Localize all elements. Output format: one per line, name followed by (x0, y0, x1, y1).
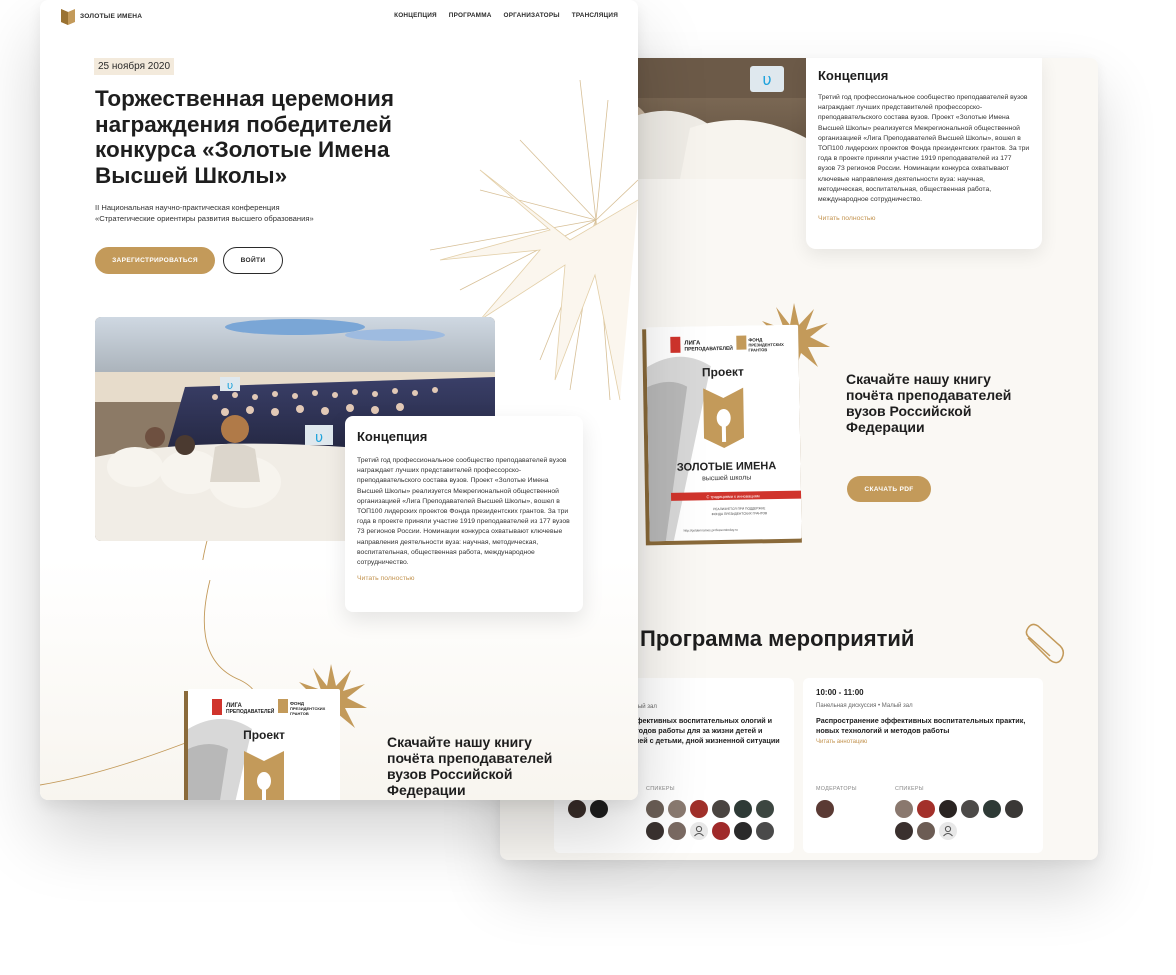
concept-text: Третий год профессиональное сообщество п… (357, 457, 570, 567)
avatar (756, 800, 774, 818)
avatar (646, 800, 664, 818)
avatar (690, 800, 708, 818)
avatar (961, 800, 979, 818)
session-meta: Панельная дискуссия • Малый зал (816, 703, 913, 709)
avatar (917, 800, 935, 818)
front-screen: ЗОЛОТЫЕ ИМЕНА КОНЦЕПЦИЯ ПРОГРАММА ОРГАНИ… (40, 0, 638, 800)
svg-text:С традициями к инновациям: С традициями к инновациям (706, 493, 759, 499)
nav-item-concept[interactable]: КОНЦЕПЦИЯ (394, 12, 437, 19)
concept-title: Концепция (357, 429, 428, 444)
svg-text:υ: υ (227, 379, 233, 392)
session-card-2: 10:00 - 11:00 Панельная дискуссия • Малы… (803, 678, 1043, 853)
moderators-label: МОДЕРАТОРЫ (816, 786, 857, 792)
avatar (712, 800, 730, 818)
event-date: 25 ноября 2020 (94, 58, 175, 75)
svg-text:высшей школы: высшей школы (702, 473, 751, 482)
avatar (668, 822, 686, 840)
hero-subtitle: II Национальная научно-практическая конф… (95, 202, 395, 224)
paperclip-icon (1025, 623, 1065, 664)
session-title: Распространение эффективных воспитательн… (816, 716, 1026, 735)
book-cover-graphic: ЛИГА ПРЕПОДАВАТЕЛЕЙ ФОНД ПРЕЗИДЕНТСКИХ Г… (642, 324, 802, 546)
main-menu: КОНЦЕПЦИЯ ПРОГРАММА ОРГАНИЗАТОРЫ ТРАНСЛЯ… (394, 12, 618, 19)
avatar (734, 800, 752, 818)
avatar (816, 800, 834, 818)
download-title-back: Скачайте нашу книгу почёта преподавателе… (846, 371, 1012, 435)
concept-card-back: Концепция Третий год профессиональное со… (806, 58, 1042, 249)
avatar (568, 800, 586, 818)
avatar (917, 822, 935, 840)
avatar (895, 800, 913, 818)
avatar (895, 822, 913, 840)
book-cover-graphic: ЛИГА ПРЕПОДАВАТЕЛЕЙ ФОНД ПРЕЗИДЕНТСКИХ Г… (184, 689, 340, 800)
session-time: 10:00 - 11:00 (816, 688, 864, 697)
avatar (646, 822, 664, 840)
mockup-stage: υ Концепция Третий год профессиональное … (0, 0, 1176, 975)
nav-item-program[interactable]: ПРОГРАММА (449, 12, 492, 19)
avatar (939, 800, 957, 818)
svg-text:υ: υ (762, 70, 771, 89)
concept-title: Концепция (818, 68, 889, 83)
download-title: Скачайте нашу книгу почёта преподавателе… (387, 734, 553, 798)
top-nav: ЗОЛОТЫЕ ИМЕНА КОНЦЕПЦИЯ ПРОГРАММА ОРГАНИ… (40, 0, 638, 32)
book-logo-icon (61, 9, 75, 25)
brand-logo[interactable]: ЗОЛОТЫЕ ИМЕНА (60, 7, 142, 25)
svg-text:ГРАНТОВ: ГРАНТОВ (748, 347, 767, 352)
book-cover: ЛИГА ПРЕПОДАВАТЕЛЕЙ ФОНД ПРЕЗИДЕНТСКИХ Г… (182, 689, 342, 800)
nav-item-broadcast[interactable]: ТРАНСЛЯЦИЯ (572, 12, 618, 19)
svg-text:Проект: Проект (243, 728, 285, 742)
speakers-label: СПИКЕРЫ (646, 786, 675, 792)
hero-subtitle-line2: «Стратегические ориентиры развития высше… (95, 214, 314, 223)
svg-text:ГРАНТОВ: ГРАНТОВ (290, 711, 309, 716)
hero-subtitle-line1: II Национальная научно-практическая конф… (95, 203, 280, 212)
speakers-label: СПИКЕРЫ (895, 786, 924, 792)
read-more-link[interactable]: Читать полностью (357, 575, 571, 582)
nav-item-organizers[interactable]: ОРГАНИЗАТОРЫ (504, 12, 560, 19)
avatar (1005, 800, 1023, 818)
program-title: Программа мероприятий (640, 626, 915, 651)
book-cover-back: ЛИГА ПРЕПОДАВАТЕЛЕЙ ФОНД ПРЕЗИДЕНТСКИХ Г… (640, 324, 804, 548)
svg-text:υ: υ (315, 430, 323, 446)
download-pdf-button[interactable]: СКАЧАТЬ PDF (847, 476, 931, 502)
svg-text:Проект: Проект (702, 365, 744, 380)
svg-text:ПРЕПОДАВАТЕЛЕЙ: ПРЕПОДАВАТЕЛЕЙ (226, 707, 275, 715)
hero-title: Торжественная церемония награждения побе… (95, 86, 394, 188)
concept-text: Третий год профессиональное сообщество п… (818, 94, 1030, 204)
brand-name: ЗОЛОТЫЕ ИМЕНА (80, 12, 143, 20)
login-button[interactable]: ВОЙТИ (223, 247, 283, 274)
avatar (983, 800, 1001, 818)
person-placeholder-icon (690, 822, 708, 840)
avatar (712, 822, 730, 840)
read-annotation-link[interactable]: Читать аннотацию (816, 739, 1031, 745)
register-button[interactable]: ЗАРЕГИСТРИРОВАТЬСЯ (95, 247, 215, 274)
avatar (590, 800, 608, 818)
svg-text:ЗОЛОТЫЕ ИМЕНА: ЗОЛОТЫЕ ИМЕНА (677, 460, 777, 474)
session-title: эффективных воспитательных ологий и мето… (626, 716, 780, 745)
avatar (756, 822, 774, 840)
avatar (668, 800, 686, 818)
concept-card: Концепция Третий год профессиональное со… (345, 416, 583, 612)
person-placeholder-icon (939, 822, 957, 840)
avatar (734, 822, 752, 840)
read-more-link[interactable]: Читать полностью (818, 215, 1030, 222)
